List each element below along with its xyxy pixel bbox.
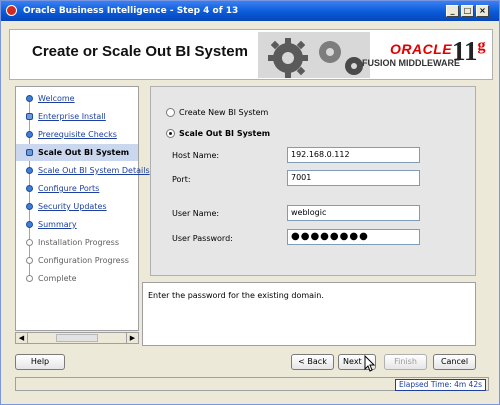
scroll-left-arrow-icon[interactable]: ◀ [16,333,28,343]
nav-step-label: Configuration Progress [38,256,129,265]
oracle-app-icon [6,5,17,16]
version-logo: 11g [452,36,486,67]
elapsed-time: Elapsed Time: 4m 42s [394,379,486,391]
gears-graphic [258,32,370,78]
step-icon [26,95,33,102]
nav-step-prerequisite-checks[interactable]: Prerequisite Checks [16,126,138,143]
nav-step-label: Prerequisite Checks [38,130,117,139]
host-name-field[interactable]: 192.168.0.112 [287,147,420,163]
user-name-field[interactable]: weblogic [287,205,420,221]
port-field[interactable]: 7001 [287,170,420,186]
step-icon [26,167,33,174]
nav-step-label: Summary [38,220,77,229]
pending-step-icon [26,257,33,264]
user-name-label: User Name: [172,209,220,218]
user-password-label: User Password: [172,234,233,243]
nav-step-enterprise-install[interactable]: Enterprise Install [16,108,138,125]
nav-step-configuration-progress: Configuration Progress [16,252,138,269]
minimize-button[interactable]: _ [446,5,459,17]
nav-step-label: Enterprise Install [38,112,106,121]
steps-navigation: Welcome Enterprise Install Prerequisite … [15,86,150,331]
nav-step-label: Complete [38,274,77,283]
version-number: 11 [452,36,478,66]
options-panel: Create New BI System Scale Out BI System… [150,86,476,276]
step-icon [26,185,33,192]
pending-step-icon [26,275,33,282]
message-area: Enter the password for the existing doma… [142,282,476,346]
title-bar[interactable]: Oracle Business Intelligence - Step 4 of… [1,1,499,21]
version-letter: g [477,37,486,54]
port-label: Port: [172,175,191,184]
scale-out-radio[interactable] [166,129,175,138]
step-icon [26,203,33,210]
scale-out-label[interactable]: Scale Out BI System [179,129,270,138]
oracle-logo: ORACLE [390,41,453,57]
mouse-cursor-icon [364,355,376,372]
step-icon [26,221,33,228]
host-name-label: Host Name: [172,151,220,160]
nav-step-welcome[interactable]: Welcome [16,90,138,107]
header-banner: Create or Scale Out BI System ORACLE FUS… [9,29,493,80]
nav-step-label: Installation Progress [38,238,119,247]
scroll-right-arrow-icon[interactable]: ▶ [126,333,138,343]
back-button[interactable]: < Back [291,354,334,370]
nav-step-scale-out-bi-system[interactable]: Scale Out BI System [16,144,138,161]
pending-step-icon [26,239,33,246]
status-bar: Elapsed Time: 4m 42s [15,377,489,391]
create-new-radio[interactable] [166,108,175,117]
step-icon [26,131,33,138]
nav-step-security-updates[interactable]: Security Updates [16,198,138,215]
nav-step-installation-progress: Installation Progress [16,234,138,251]
nav-step-label: Welcome [38,94,75,103]
product-name: FUSION MIDDLEWARE [362,58,460,68]
finish-button: Finish [384,354,427,370]
nav-step-label: Scale Out BI System Details [38,166,150,175]
cancel-button[interactable]: Cancel [433,354,476,370]
maximize-button[interactable]: □ [461,5,474,17]
close-button[interactable]: × [476,5,489,17]
nav-step-complete: Complete [16,270,138,287]
window-title: Oracle Business Intelligence - Step 4 of… [23,6,239,16]
create-new-label[interactable]: Create New BI System [179,108,268,117]
nav-step-label: Security Updates [38,202,107,211]
person-step-icon [26,113,33,120]
current-step-icon [26,149,33,156]
help-message: Enter the password for the existing doma… [148,291,324,300]
nav-step-configure-ports[interactable]: Configure Ports [16,180,138,197]
nav-step-label: Scale Out BI System [38,148,130,157]
nav-step-label: Configure Ports [38,184,100,193]
user-password-field[interactable]: ●●●●●●●● [287,229,420,245]
nav-step-scale-out-details[interactable]: Scale Out BI System Details [16,162,150,179]
page-title: Create or Scale Out BI System [32,43,248,60]
help-button[interactable]: Help [15,354,65,370]
scrollbar-thumb[interactable] [56,334,98,342]
nav-horizontal-scrollbar[interactable]: ◀ ▶ [15,332,139,344]
nav-step-summary[interactable]: Summary [16,216,138,233]
installer-window: Oracle Business Intelligence - Step 4 of… [0,0,500,405]
